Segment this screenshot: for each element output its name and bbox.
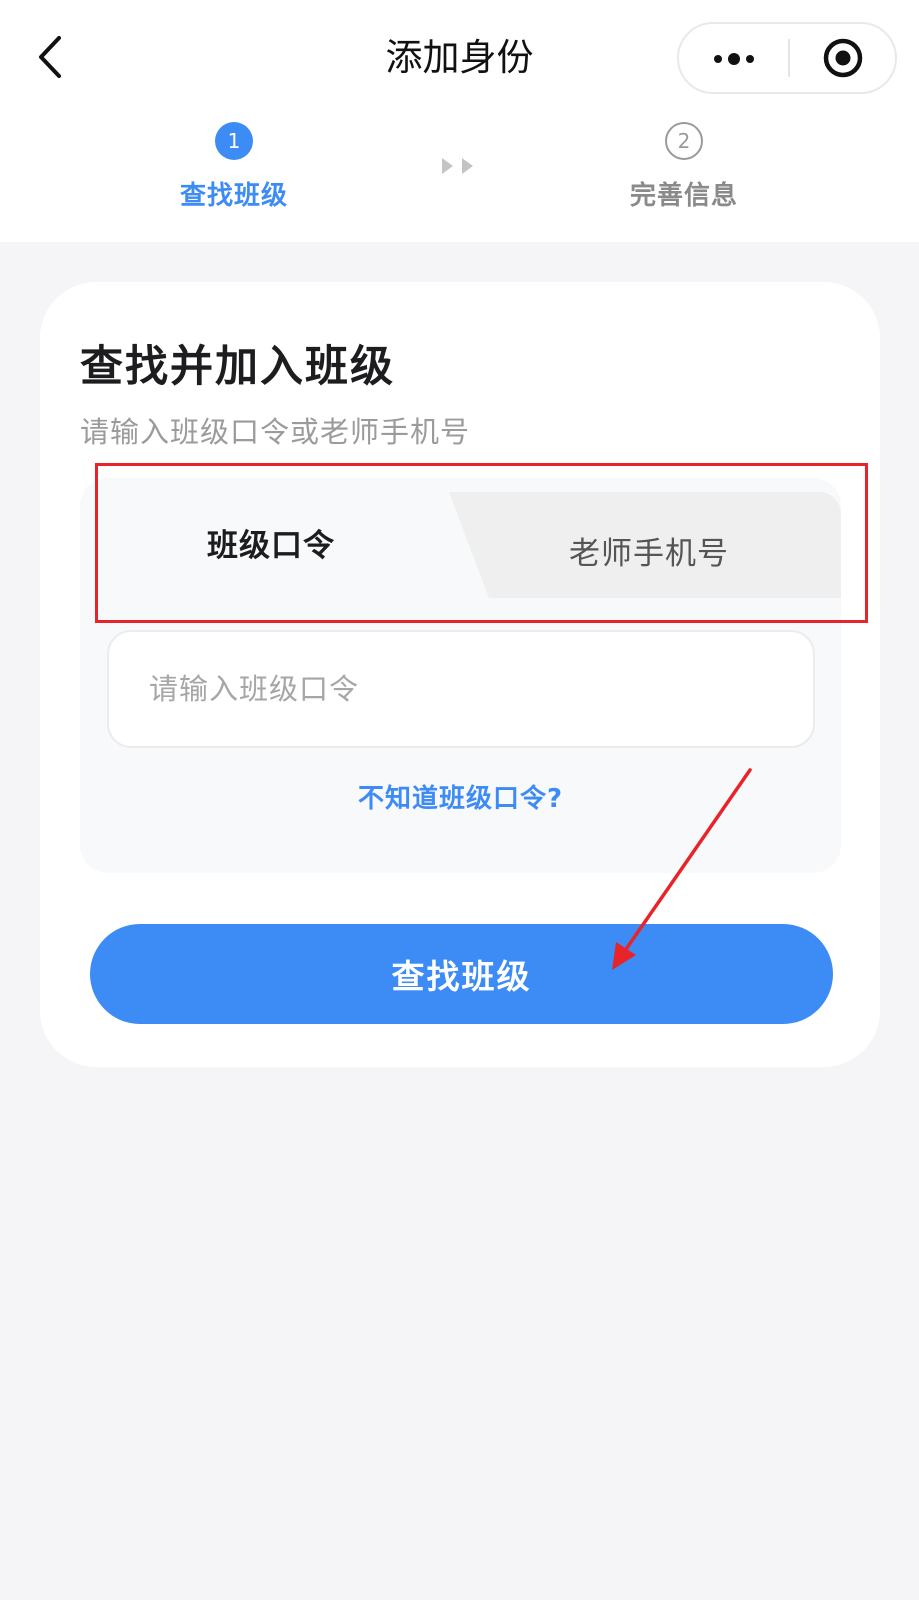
tab-label: 老师手机号 xyxy=(569,536,729,572)
class-code-input[interactable] xyxy=(107,630,815,748)
target-close-icon xyxy=(823,38,862,78)
join-class-card: 查找并加入班级 请输入班级口令或老师手机号 老师手机号 班级口令 不知道班级口令… xyxy=(40,282,880,1067)
more-button[interactable] xyxy=(679,24,788,92)
close-mini-program-button[interactable] xyxy=(790,24,895,92)
card-title: 查找并加入班级 xyxy=(80,342,395,392)
find-class-button[interactable]: 查找班级 xyxy=(90,924,833,1024)
step-label: 查找班级 xyxy=(179,181,288,211)
step-complete-info: 2 完善信息 xyxy=(584,122,784,212)
step-number-badge: 2 xyxy=(665,122,703,160)
step-arrows-icon xyxy=(442,158,473,174)
card-subtitle: 请输入班级口令或老师手机号 xyxy=(80,415,471,449)
forgot-class-code-link[interactable]: 不知道班级口令? xyxy=(80,778,841,815)
search-method-panel: 老师手机号 班级口令 不知道班级口令? xyxy=(80,478,841,873)
more-dots-icon xyxy=(711,49,757,68)
tab-class-code[interactable]: 班级口令 xyxy=(80,478,470,598)
step-label: 完善信息 xyxy=(629,181,738,211)
tab-label: 班级口令 xyxy=(207,528,335,564)
step-number-badge: 1 xyxy=(215,122,253,160)
step-find-class: 1 查找班级 xyxy=(134,122,334,212)
mini-program-capsule xyxy=(677,22,897,94)
tab-teacher-phone[interactable]: 老师手机号 xyxy=(449,492,841,598)
header-bar: 添加身份 1 查找班级 2 完善信息 xyxy=(0,0,919,242)
